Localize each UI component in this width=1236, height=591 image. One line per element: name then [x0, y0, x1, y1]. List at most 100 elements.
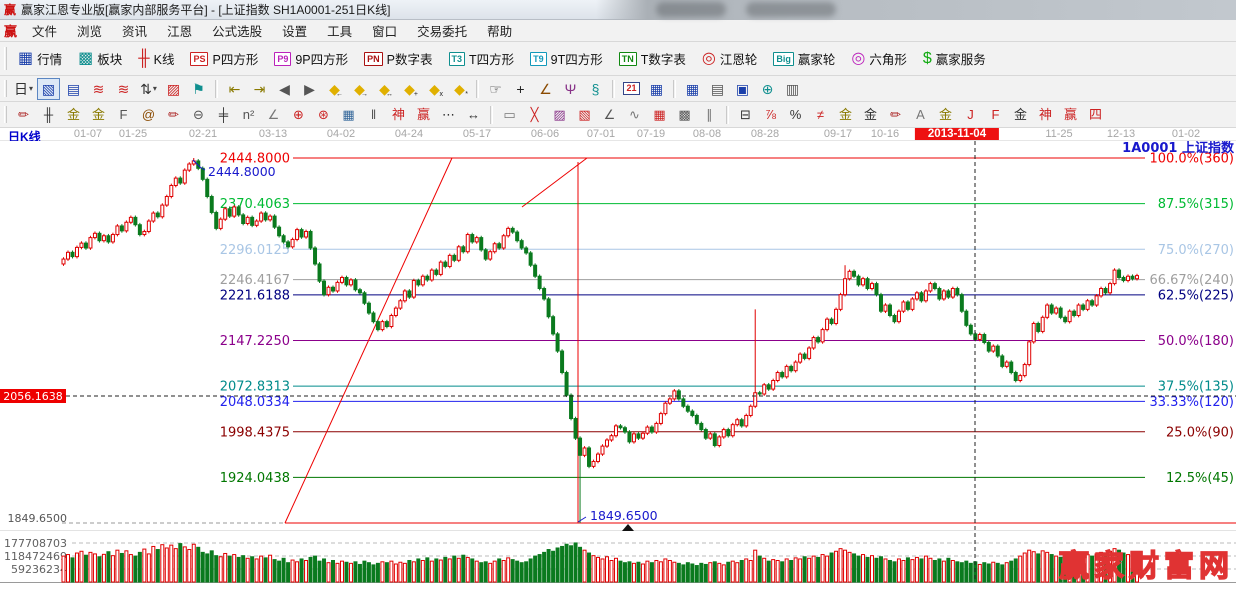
volume-bar[interactable]: [887, 559, 892, 583]
tool-info-panel[interactable]: ▤: [62, 78, 85, 100]
candle[interactable]: [178, 177, 183, 184]
volume-bar[interactable]: [865, 556, 870, 583]
candle[interactable]: [479, 237, 484, 251]
draw-gold-circle[interactable]: 金: [834, 104, 857, 126]
candle[interactable]: [1004, 361, 1009, 367]
date-tick-01-25[interactable]: 01-25: [119, 128, 147, 140]
candle[interactable]: [649, 426, 654, 433]
volume-bar[interactable]: [196, 546, 201, 583]
volume-bar[interactable]: [564, 543, 569, 583]
volume-bar[interactable]: [816, 556, 821, 583]
candle[interactable]: [838, 294, 843, 310]
candle[interactable]: [1081, 304, 1086, 310]
volume-bar[interactable]: [79, 550, 84, 583]
volume-bar[interactable]: [937, 558, 942, 583]
draw-price-scale[interactable]: ⊟: [734, 104, 757, 126]
draw-width-tool[interactable]: ↔: [462, 104, 485, 126]
candle[interactable]: [1022, 364, 1027, 377]
candle[interactable]: [245, 216, 250, 224]
draw-vertical-grid[interactable]: ╫: [37, 104, 60, 126]
candle[interactable]: [434, 269, 439, 275]
volume-bar[interactable]: [497, 558, 502, 583]
candle[interactable]: [1126, 275, 1131, 282]
volume-bar[interactable]: [254, 558, 259, 583]
candle[interactable]: [227, 208, 232, 217]
volume-bar[interactable]: [1045, 551, 1050, 583]
volume-bar[interactable]: [766, 560, 771, 583]
candle[interactable]: [393, 307, 398, 316]
candle[interactable]: [600, 445, 605, 455]
candle[interactable]: [959, 294, 964, 312]
draw-gold-grid-1[interactable]: 金: [62, 104, 85, 126]
candle[interactable]: [438, 261, 443, 275]
volume-bar[interactable]: [569, 545, 574, 583]
volume-bar[interactable]: [896, 558, 901, 583]
candle[interactable]: [1031, 322, 1036, 343]
menu-item-4[interactable]: 公式选股: [202, 21, 272, 40]
candle[interactable]: [492, 243, 497, 253]
volume-bar[interactable]: [218, 556, 223, 583]
volume-bar[interactable]: [146, 553, 151, 583]
candle[interactable]: [155, 212, 160, 218]
volume-bar[interactable]: [735, 562, 740, 583]
volume-bar[interactable]: [910, 559, 915, 583]
volume-bar[interactable]: [928, 557, 933, 583]
candle[interactable]: [375, 321, 380, 331]
volume-bar[interactable]: [151, 545, 156, 583]
volume-bar[interactable]: [654, 559, 659, 583]
volume-bar[interactable]: [622, 562, 627, 583]
volume-bar[interactable]: [1040, 550, 1045, 583]
volume-bar[interactable]: [277, 560, 282, 583]
tool-knot-tool[interactable]: §: [584, 78, 607, 100]
candle[interactable]: [748, 405, 753, 416]
volume-bar[interactable]: [101, 553, 106, 583]
volume-bar[interactable]: [191, 543, 196, 583]
volume-bar[interactable]: [878, 556, 883, 583]
tool-gann-compress[interactable]: ◆ x: [423, 78, 446, 100]
candle[interactable]: [654, 422, 659, 433]
volume-bar[interactable]: [721, 564, 726, 583]
menu-item-1[interactable]: 浏览: [67, 21, 112, 40]
volume-bar[interactable]: [555, 547, 560, 583]
volume-bar[interactable]: [65, 554, 70, 583]
volume-bar[interactable]: [465, 556, 470, 583]
volume-bar[interactable]: [61, 555, 66, 583]
volume-bar[interactable]: [591, 555, 596, 583]
volume-bar[interactable]: [515, 560, 520, 583]
toolbar-grip[interactable]: [4, 79, 7, 98]
candle[interactable]: [825, 318, 830, 331]
draw-box-tool[interactable]: ▭: [498, 104, 521, 126]
candle[interactable]: [587, 447, 592, 467]
candle[interactable]: [339, 276, 344, 283]
date-tick-12-13[interactable]: 12-13: [1107, 128, 1135, 140]
candle[interactable]: [941, 290, 946, 300]
candle[interactable]: [870, 283, 874, 290]
volume-bar[interactable]: [712, 561, 717, 583]
candle[interactable]: [1130, 275, 1135, 280]
tool-web-update[interactable]: ⊕: [756, 78, 779, 100]
volume-bar[interactable]: [133, 555, 138, 583]
candle[interactable]: [470, 234, 475, 243]
candle[interactable]: [878, 294, 883, 312]
candle[interactable]: [991, 345, 996, 352]
candle[interactable]: [667, 398, 672, 404]
menu-item-7[interactable]: 窗口: [362, 21, 407, 40]
volume-bar[interactable]: [959, 562, 964, 583]
candle[interactable]: [618, 425, 623, 429]
candle[interactable]: [465, 234, 470, 253]
candle[interactable]: [622, 427, 627, 433]
volume-bar[interactable]: [443, 556, 448, 583]
candle[interactable]: [1108, 283, 1113, 294]
volume-bar[interactable]: [861, 554, 866, 583]
volume-bar[interactable]: [461, 554, 466, 583]
volume-bar[interactable]: [856, 555, 861, 583]
candle[interactable]: [843, 278, 848, 296]
volume-bar[interactable]: [322, 558, 327, 583]
candle[interactable]: [456, 246, 461, 261]
candle[interactable]: [896, 310, 901, 323]
candle[interactable]: [218, 218, 223, 229]
candle[interactable]: [793, 361, 798, 372]
date-tick-05-17[interactable]: 05-17: [463, 128, 491, 140]
date-tick-06-06[interactable]: 06-06: [531, 128, 559, 140]
draw-shen-grid[interactable]: 神: [387, 104, 410, 126]
